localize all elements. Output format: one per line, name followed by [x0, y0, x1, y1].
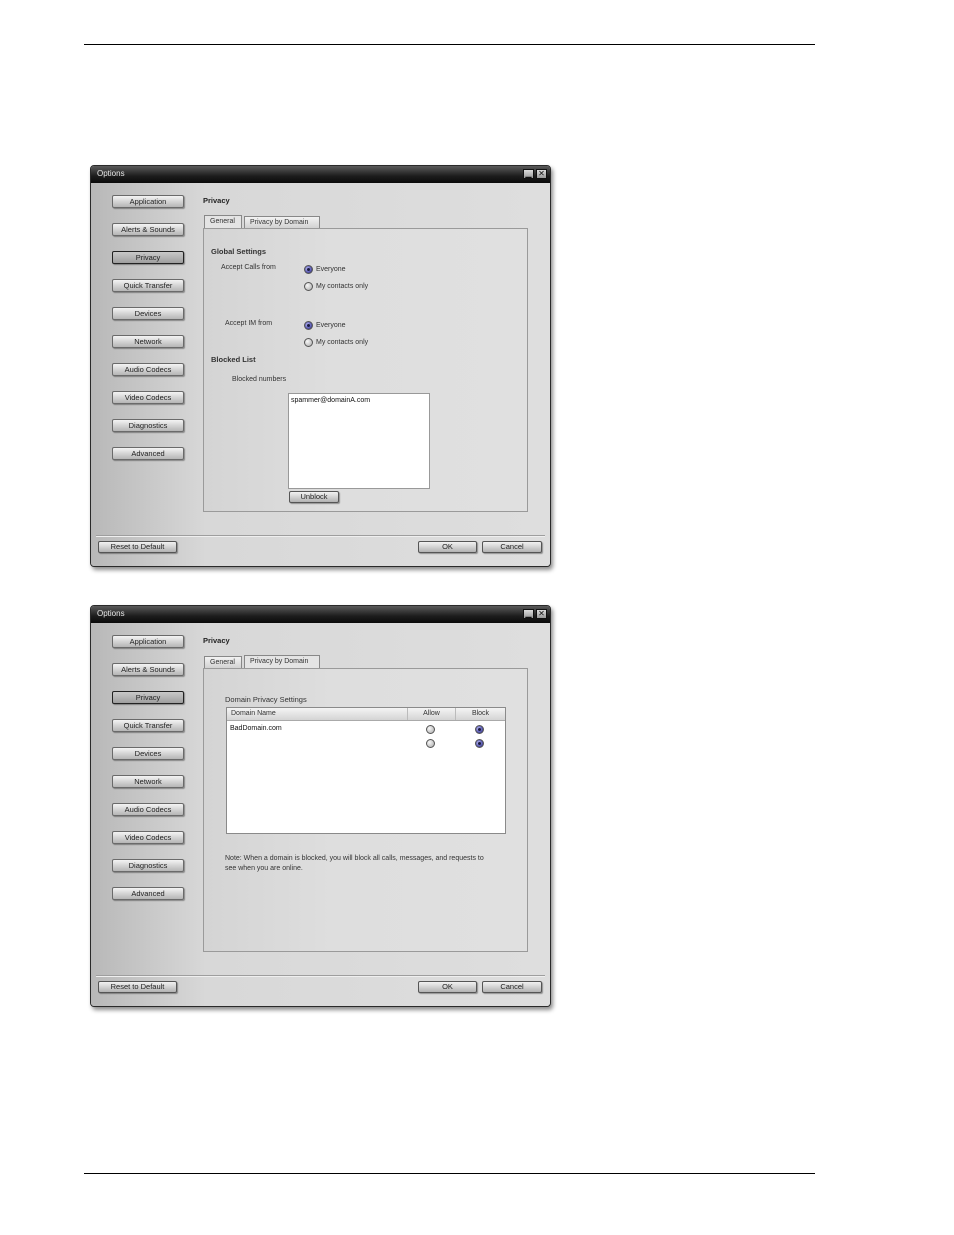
footer-divider — [96, 535, 545, 537]
im-contacts-label: My contacts only — [316, 339, 369, 346]
nav-video-codecs[interactable]: Video Codecs — [112, 391, 184, 404]
minimize-icon[interactable]: ▁ — [523, 609, 534, 619]
section-title: Privacy — [203, 196, 230, 205]
nav-audio-codecs[interactable]: Audio Codecs — [112, 363, 184, 376]
table-row[interactable] — [227, 737, 505, 751]
close-icon[interactable]: ✕ — [536, 169, 547, 179]
general-panel: Global Settings Accept Calls from Everyo… — [203, 228, 528, 512]
nav-diagnostics[interactable]: Diagnostics — [112, 419, 184, 432]
cancel-button[interactable]: Cancel — [482, 981, 542, 993]
window-client: Application Alerts & Sounds Privacy Quic… — [91, 623, 550, 1006]
block-radio[interactable] — [475, 725, 484, 734]
column-header-block[interactable]: Block — [455, 708, 505, 720]
calls-contacts-label: My contacts only — [316, 283, 369, 290]
tab-general[interactable]: General — [204, 215, 242, 228]
global-settings-heading: Global Settings — [211, 247, 267, 256]
column-header-allow[interactable]: Allow — [407, 708, 455, 720]
nav-privacy[interactable]: Privacy — [112, 251, 184, 264]
im-contacts-radio[interactable] — [304, 338, 313, 347]
nav-diagnostics[interactable]: Diagnostics — [112, 859, 184, 872]
accept-im-label: Accept IM from — [225, 320, 273, 327]
nav-audio-codecs[interactable]: Audio Codecs — [112, 803, 184, 816]
ok-button[interactable]: OK — [418, 541, 477, 553]
table-header: Domain Name Allow Block — [227, 708, 505, 721]
privacy-by-domain-panel: Domain Privacy Settings Domain Name Allo… — [203, 668, 528, 952]
reset-to-default-button[interactable]: Reset to Default — [98, 981, 177, 993]
allow-radio[interactable] — [426, 739, 435, 748]
domain-name-cell: BadDomain.com — [230, 725, 282, 732]
reset-to-default-button[interactable]: Reset to Default — [98, 541, 177, 553]
ok-button[interactable]: OK — [418, 981, 477, 993]
blocked-numbers-label: Blocked numbers — [232, 376, 287, 383]
nav-privacy[interactable]: Privacy — [112, 691, 184, 704]
nav-devices[interactable]: Devices — [112, 307, 184, 320]
close-icon[interactable]: ✕ — [536, 609, 547, 619]
window-client: Application Alerts & Sounds Privacy Quic… — [91, 183, 550, 566]
footer-rule — [84, 1173, 815, 1174]
footer-divider — [96, 975, 545, 977]
tab-privacy-by-domain[interactable]: Privacy by Domain — [244, 655, 320, 668]
section-title: Privacy — [203, 636, 230, 645]
minimize-icon[interactable]: ▁ — [523, 169, 534, 179]
calls-contacts-radio[interactable] — [304, 282, 313, 291]
nav-network[interactable]: Network — [112, 335, 184, 348]
window-title: Options — [97, 169, 125, 178]
nav-quick-transfer[interactable]: Quick Transfer — [112, 719, 184, 732]
domain-settings-heading: Domain Privacy Settings — [225, 695, 307, 704]
nav-application[interactable]: Application — [112, 195, 184, 208]
nav-devices[interactable]: Devices — [112, 747, 184, 760]
options-window-general: Options ▁ ✕ Application Alerts & Sounds … — [90, 165, 551, 567]
title-bar[interactable]: Options ▁ ✕ — [91, 606, 550, 623]
im-everyone-radio[interactable] — [304, 321, 313, 330]
nav-alerts-sounds[interactable]: Alerts & Sounds — [112, 663, 184, 676]
calls-everyone-label: Everyone — [316, 266, 346, 273]
table-row[interactable]: BadDomain.com — [227, 723, 505, 737]
nav-video-codecs[interactable]: Video Codecs — [112, 831, 184, 844]
options-window-privacy-by-domain: Options ▁ ✕ Application Alerts & Sounds … — [90, 605, 551, 1007]
accept-calls-label: Accept Calls from — [221, 264, 276, 271]
tab-general[interactable]: General — [204, 656, 242, 668]
cancel-button[interactable]: Cancel — [482, 541, 542, 553]
nav-network[interactable]: Network — [112, 775, 184, 788]
unblock-button[interactable]: Unblock — [289, 491, 339, 503]
title-bar[interactable]: Options ▁ ✕ — [91, 166, 550, 183]
header-rule — [84, 44, 815, 45]
nav-advanced[interactable]: Advanced — [112, 447, 184, 460]
blocked-numbers-list[interactable]: spammer@domainA.com — [288, 393, 430, 489]
nav-advanced[interactable]: Advanced — [112, 887, 184, 900]
domain-block-note: Note: When a domain is blocked, you will… — [225, 855, 484, 872]
calls-everyone-radio[interactable] — [304, 265, 313, 274]
allow-radio[interactable] — [426, 725, 435, 734]
nav-application[interactable]: Application — [112, 635, 184, 648]
nav-quick-transfer[interactable]: Quick Transfer — [112, 279, 184, 292]
blocked-list-heading: Blocked List — [211, 355, 256, 364]
list-item[interactable]: spammer@domainA.com — [291, 397, 370, 404]
nav-alerts-sounds[interactable]: Alerts & Sounds — [112, 223, 184, 236]
im-everyone-label: Everyone — [316, 322, 346, 329]
block-radio[interactable] — [475, 739, 484, 748]
column-header-domain[interactable]: Domain Name — [231, 708, 401, 720]
window-title: Options — [97, 609, 125, 618]
domain-table[interactable]: Domain Name Allow Block BadDomain.com — [226, 707, 506, 834]
tab-privacy-by-domain[interactable]: Privacy by Domain — [244, 216, 320, 228]
